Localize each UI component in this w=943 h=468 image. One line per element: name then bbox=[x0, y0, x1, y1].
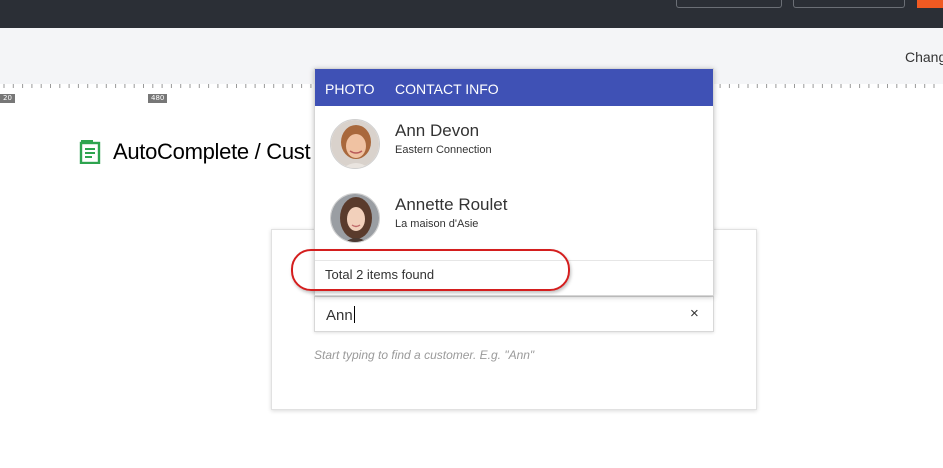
clear-icon[interactable]: × bbox=[690, 305, 699, 322]
text-caret bbox=[353, 306, 355, 323]
avatar bbox=[330, 193, 380, 243]
search-hint: Start typing to find a customer. E.g. "A… bbox=[314, 348, 535, 362]
contact-company: La maison d'Asie bbox=[395, 218, 479, 230]
top-bar-button[interactable] bbox=[676, 0, 782, 8]
document-icon bbox=[79, 140, 101, 164]
top-navigation-bar bbox=[0, 0, 943, 28]
annotation-highlight-ellipse bbox=[291, 249, 570, 291]
contact-company: Eastern Connection bbox=[395, 144, 492, 156]
page-title-text: AutoComplete / Cust bbox=[113, 139, 311, 164]
ruler-label: 20 bbox=[0, 94, 15, 103]
ruler-label: 480 bbox=[148, 94, 168, 103]
top-bar-button[interactable] bbox=[793, 0, 905, 8]
page-title: AutoComplete / Cust bbox=[79, 139, 311, 165]
change-theme-link[interactable]: Chang bbox=[905, 49, 943, 65]
search-input-value[interactable]: Ann bbox=[326, 306, 355, 324]
list-item[interactable]: Ann Devon Eastern Connection bbox=[315, 106, 713, 180]
avatar bbox=[330, 119, 380, 169]
search-text: Ann bbox=[326, 307, 353, 324]
list-item[interactable]: Annette Roulet La maison d'Asie bbox=[315, 180, 713, 254]
header-contact-info: CONTACT INFO bbox=[395, 81, 499, 97]
header-photo: PHOTO bbox=[325, 81, 375, 97]
popup-header: PHOTO CONTACT INFO bbox=[315, 69, 713, 106]
customer-autocomplete-input[interactable]: Ann × bbox=[314, 296, 714, 332]
contact-name: Annette Roulet bbox=[395, 195, 508, 214]
top-bar-accent-button[interactable] bbox=[917, 0, 943, 8]
contact-name: Ann Devon bbox=[395, 121, 480, 140]
